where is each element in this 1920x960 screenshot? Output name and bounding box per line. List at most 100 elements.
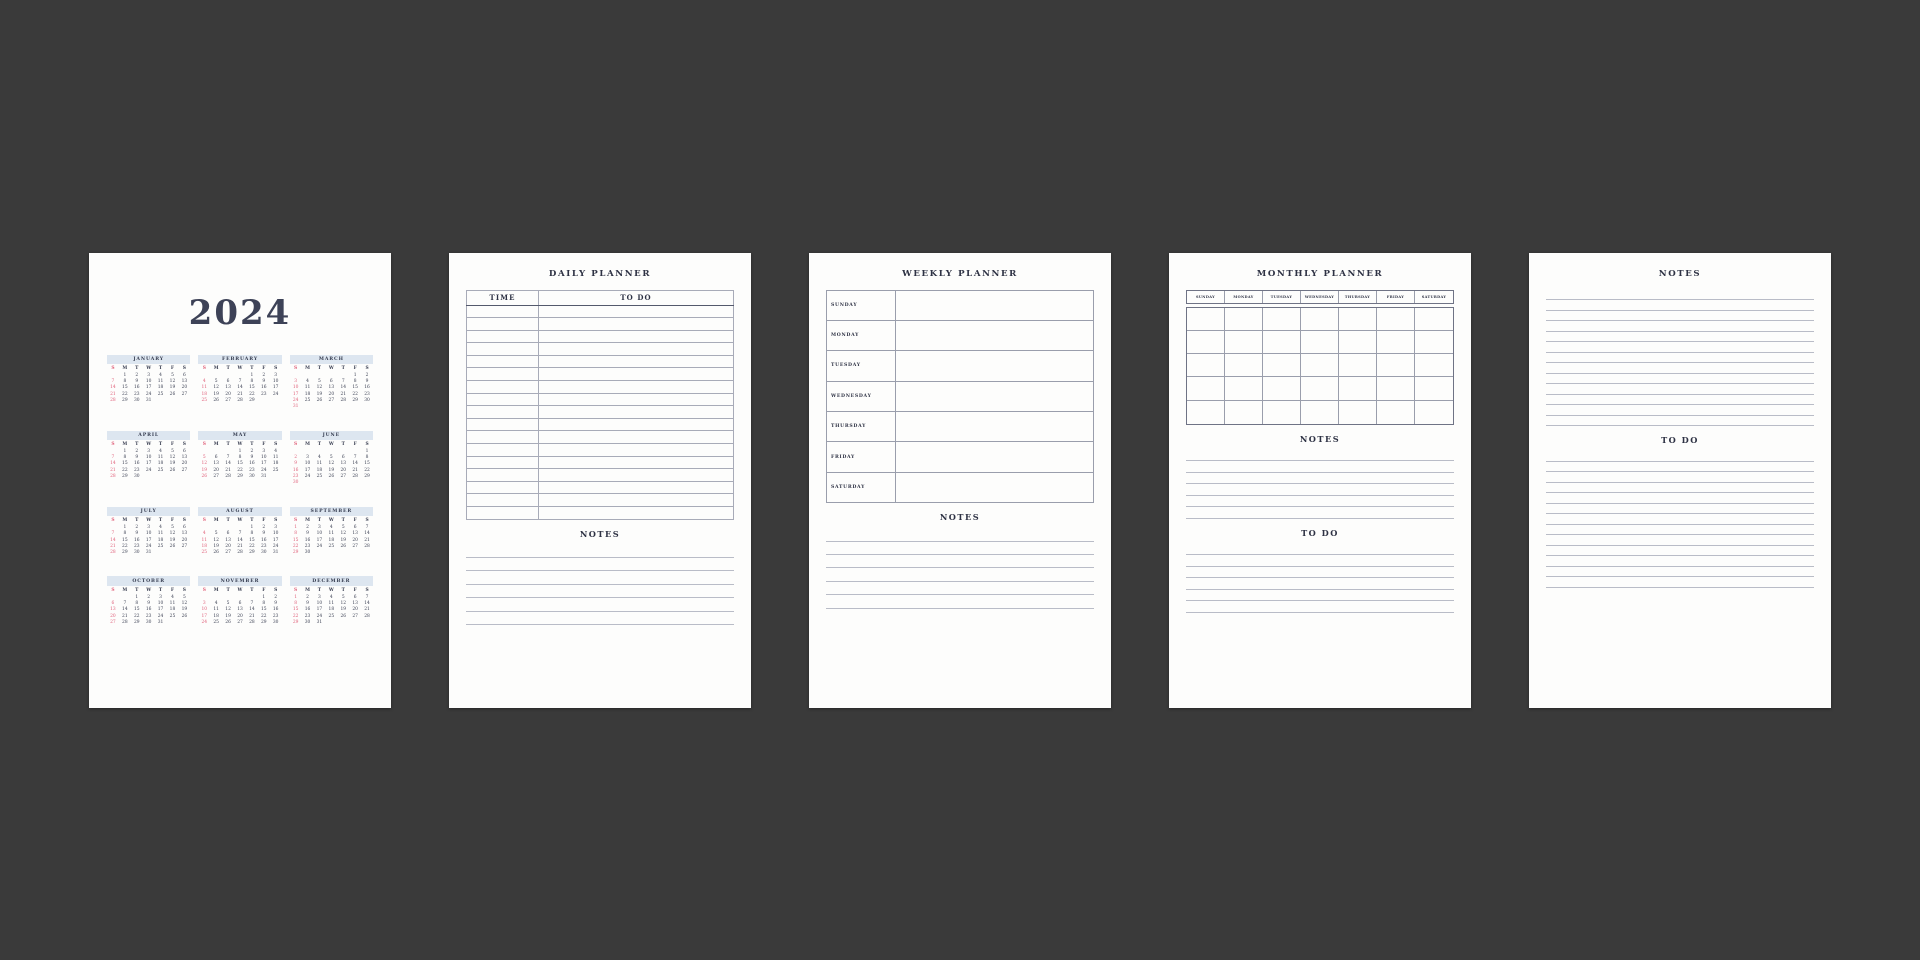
notes-lines[interactable] — [1546, 290, 1814, 426]
ruled-line[interactable] — [1546, 472, 1814, 483]
ruled-line[interactable] — [1546, 363, 1814, 374]
table-row[interactable] — [465, 405, 734, 419]
ruled-line[interactable] — [826, 528, 1094, 542]
daily-planner-rows[interactable] — [465, 304, 734, 520]
ruled-line[interactable] — [826, 555, 1094, 569]
sheet-monthly-planner[interactable]: MONTHLY PLANNER SUNDAY MONDAY TUESDAY WEDNE… — [1169, 252, 1471, 708]
monthly-day-cell[interactable] — [1301, 400, 1339, 424]
todo-cell[interactable] — [538, 304, 734, 319]
monthly-day-cell[interactable] — [1301, 377, 1339, 401]
time-cell[interactable] — [465, 405, 540, 419]
ruled-line[interactable] — [466, 612, 734, 625]
ruled-line[interactable] — [826, 542, 1094, 556]
todo-cell[interactable] — [538, 455, 734, 470]
monthly-day-cell[interactable] — [1263, 377, 1301, 401]
notes-todo-lines[interactable] — [1546, 451, 1814, 588]
monthly-notes-lines[interactable] — [1186, 450, 1454, 519]
monthly-day-cell[interactable] — [1377, 307, 1415, 332]
monthly-day-cell[interactable] — [1263, 400, 1301, 424]
time-cell[interactable] — [465, 417, 540, 432]
weekly-day-row[interactable]: FRIDAY — [825, 441, 1094, 473]
monthly-day-cell[interactable] — [1415, 354, 1453, 378]
ruled-line[interactable] — [1546, 577, 1814, 588]
ruled-line[interactable] — [1546, 493, 1814, 504]
ruled-line[interactable] — [1546, 567, 1814, 577]
ruled-line[interactable] — [466, 558, 734, 572]
monthly-day-cell[interactable] — [1377, 400, 1415, 424]
weekly-day-row[interactable]: MONDAY — [825, 319, 1094, 352]
ruled-line[interactable] — [1546, 483, 1814, 493]
ruled-line[interactable] — [1186, 496, 1454, 508]
todo-cell[interactable] — [538, 329, 734, 344]
time-cell[interactable] — [465, 342, 540, 356]
todo-cell[interactable] — [538, 430, 734, 445]
ruled-line[interactable] — [1546, 546, 1814, 556]
time-cell[interactable] — [465, 480, 540, 495]
ruled-line[interactable] — [1186, 601, 1454, 613]
ruled-line[interactable] — [1546, 384, 1814, 395]
time-cell[interactable] — [465, 354, 540, 369]
ruled-line[interactable] — [1546, 332, 1814, 342]
monthly-day-cell[interactable] — [1187, 307, 1225, 332]
monthly-day-cell[interactable] — [1415, 401, 1453, 424]
ruled-line[interactable] — [1186, 567, 1454, 579]
todo-cell[interactable] — [538, 417, 734, 432]
ruled-line[interactable] — [1546, 321, 1814, 332]
ruled-line[interactable] — [826, 582, 1094, 596]
table-row[interactable] — [465, 392, 734, 407]
ruled-line[interactable] — [1186, 450, 1454, 462]
time-cell[interactable] — [465, 329, 540, 344]
sheet-notes[interactable]: NOTES TO DO — [1529, 252, 1831, 708]
weekly-day-row[interactable]: WEDNESDAY — [825, 380, 1094, 413]
monthly-day-cell[interactable] — [1225, 307, 1263, 332]
table-row[interactable] — [465, 342, 734, 356]
ruled-line[interactable] — [466, 545, 734, 558]
table-row[interactable] — [465, 443, 734, 457]
table-row[interactable] — [465, 430, 734, 445]
ruled-line[interactable] — [1546, 300, 1814, 311]
todo-cell[interactable] — [538, 317, 734, 331]
table-row[interactable] — [465, 468, 734, 482]
todo-cell[interactable] — [538, 468, 734, 482]
ruled-line[interactable] — [1546, 416, 1814, 426]
time-cell[interactable] — [465, 493, 540, 507]
ruled-line[interactable] — [1186, 484, 1454, 496]
table-row[interactable] — [465, 367, 734, 382]
ruled-line[interactable] — [1546, 514, 1814, 525]
weekly-entry-cell[interactable] — [895, 350, 1094, 382]
ruled-line[interactable] — [1186, 507, 1454, 519]
monthly-day-cell[interactable] — [1225, 400, 1263, 424]
time-cell[interactable] — [465, 430, 540, 445]
ruled-line[interactable] — [466, 585, 734, 599]
table-row[interactable] — [465, 380, 734, 394]
ruled-line[interactable] — [826, 568, 1094, 582]
todo-cell[interactable] — [538, 380, 734, 394]
weekly-entry-cell[interactable] — [895, 441, 1094, 473]
ruled-line[interactable] — [1546, 462, 1814, 472]
table-row[interactable] — [465, 317, 734, 331]
monthly-day-cell[interactable] — [1225, 331, 1263, 355]
table-row[interactable] — [465, 493, 734, 507]
ruled-line[interactable] — [1546, 311, 1814, 321]
time-cell[interactable] — [465, 317, 540, 331]
monthly-day-grid[interactable] — [1186, 306, 1454, 425]
time-cell[interactable] — [465, 455, 540, 470]
daily-notes-lines[interactable] — [466, 545, 734, 625]
time-cell[interactable] — [465, 392, 540, 407]
time-cell[interactable] — [465, 304, 540, 319]
daily-planner-table[interactable]: TIME TO DO — [465, 289, 734, 520]
ruled-line[interactable] — [1546, 353, 1814, 363]
table-row[interactable] — [465, 354, 734, 369]
ruled-line[interactable] — [1546, 535, 1814, 546]
monthly-day-cell[interactable] — [1339, 307, 1377, 332]
monthly-day-cell[interactable] — [1225, 377, 1263, 401]
time-cell[interactable] — [465, 506, 540, 520]
monthly-day-cell[interactable] — [1263, 354, 1301, 378]
monthly-day-cell[interactable] — [1377, 331, 1415, 355]
monthly-day-cell[interactable] — [1187, 354, 1225, 378]
monthly-day-cell[interactable] — [1187, 331, 1225, 355]
monthly-day-cell[interactable] — [1187, 400, 1225, 424]
monthly-day-cell[interactable] — [1415, 331, 1453, 355]
todo-cell[interactable] — [538, 480, 734, 495]
todo-cell[interactable] — [538, 405, 734, 419]
